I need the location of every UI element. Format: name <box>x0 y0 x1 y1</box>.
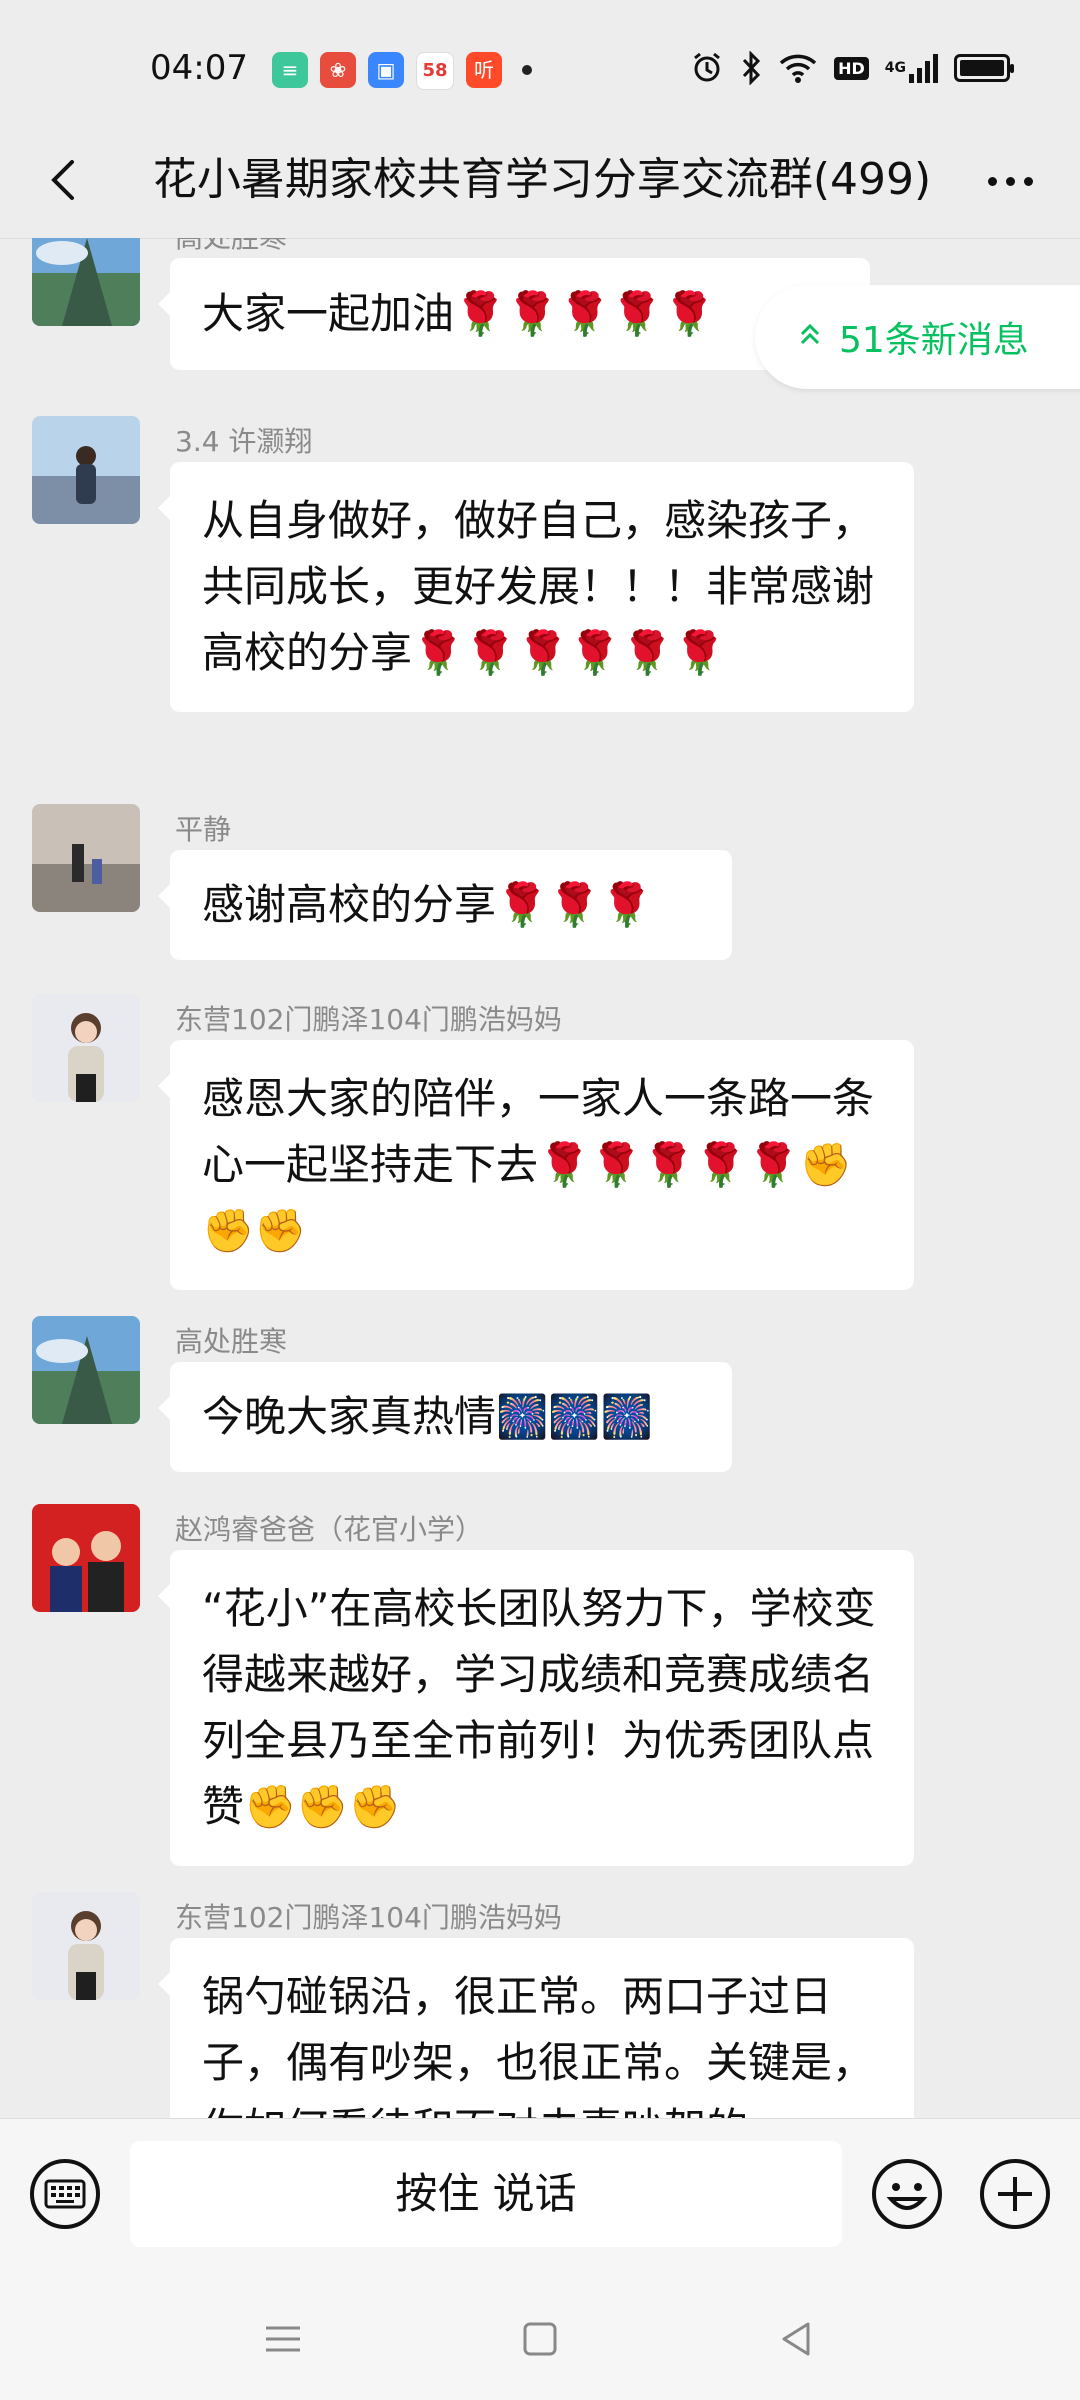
message-bubble[interactable]: 锅勺碰锅沿，很正常。两口子过日子，偶有吵架，也很正常。关键是，你如何看待和面对夫… <box>158 1938 914 2118</box>
chat-header: 花小暑期家校共育学习分享交流群(499) <box>0 130 1080 239</box>
battery-icon <box>954 50 1014 86</box>
sender-name: 3.4 许灏翔 <box>175 425 313 458</box>
sender-name: 平静 <box>175 813 232 846</box>
signal-icon: 4G <box>885 50 938 86</box>
avatar[interactable] <box>32 1892 140 2000</box>
plus-icon[interactable] <box>978 2157 1052 2231</box>
more-options-icon[interactable] <box>980 156 1040 206</box>
alarm-icon <box>690 50 724 86</box>
emoji-icon[interactable] <box>870 2157 944 2231</box>
new-messages-label: 51条新消息 <box>839 320 1029 361</box>
system-nav-bar <box>0 2280 1080 2400</box>
avatar[interactable] <box>32 1316 140 1424</box>
input-bar: 按住 说话 <box>0 2118 1080 2281</box>
app-badge-red-icon: ❀ <box>320 52 356 88</box>
bluetooth-icon <box>740 50 762 86</box>
sender-name: 高处胜寒 <box>175 238 287 256</box>
wifi-icon <box>778 50 818 86</box>
app-badge-blue-icon: ▣ <box>368 52 404 88</box>
status-bar: 04:07 ≡ ❀ ▣ 58 听 HD 4G <box>0 0 1080 130</box>
notification-icons: ≡ ❀ ▣ 58 听 <box>272 52 532 90</box>
system-icons: HD 4G <box>690 50 1014 86</box>
avatar[interactable] <box>32 1504 140 1612</box>
menu-icon[interactable] <box>258 2314 308 2364</box>
chat-title: 花小暑期家校共育学习分享交流群(499) <box>152 154 932 205</box>
double-chevron-up-icon <box>799 321 821 354</box>
message-bubble[interactable]: “花小”在高校长团队努力下，学校变得越来越好，学习成绩和竞赛成绩名列全县乃至全市… <box>158 1550 914 1866</box>
hold-to-talk-button[interactable]: 按住 说话 <box>130 2141 842 2247</box>
avatar[interactable] <box>32 994 140 1102</box>
message-bubble[interactable]: 从自身做好，做好自己，感染孩子，共同成长，更好发展！！！非常感谢高校的分享🌹🌹🌹… <box>158 462 914 712</box>
back-arrow-icon[interactable] <box>36 150 96 210</box>
more-notifications-dot-icon <box>522 65 532 75</box>
app-badge-green-icon: ≡ <box>272 52 308 88</box>
message-bubble[interactable]: 感谢高校的分享🌹🌹🌹 <box>158 850 732 960</box>
message-bubble[interactable]: 感恩大家的陪伴，一家人一条路一条心一起坚持走下去🌹🌹🌹🌹🌹✊✊✊ <box>158 1040 914 1290</box>
app-badge-58-icon: 58 <box>416 52 454 90</box>
avatar[interactable] <box>32 804 140 912</box>
sender-name: 高处胜寒 <box>175 1325 288 1358</box>
avatar[interactable] <box>32 416 140 524</box>
sender-name: 东营102门鹏泽104门鹏浩妈妈 <box>175 1901 562 1934</box>
status-time: 04:07 <box>150 48 248 88</box>
message-bubble[interactable]: 今晚大家真热情🎆🎆🎆 <box>158 1362 732 1472</box>
hd-icon: HD <box>834 50 869 86</box>
sender-name: 赵鸿睿爸爸（花官小学） <box>175 1513 484 1546</box>
avatar[interactable] <box>32 238 140 326</box>
home-square-icon[interactable] <box>515 2314 565 2364</box>
sender-name: 东营102门鹏泽104门鹏浩妈妈 <box>175 1003 562 1036</box>
keyboard-toggle-icon[interactable] <box>28 2157 102 2231</box>
app-badge-listen-icon: 听 <box>466 52 502 88</box>
back-triangle-icon[interactable] <box>772 2314 822 2364</box>
message-list[interactable]: 高处胜寒 大家一起加油🌹🌹🌹🌹🌹 3.4 许灏翔 从自身做好，做好自己，感染孩子… <box>0 238 1080 2118</box>
new-messages-button[interactable]: 51条新消息 <box>755 285 1080 389</box>
